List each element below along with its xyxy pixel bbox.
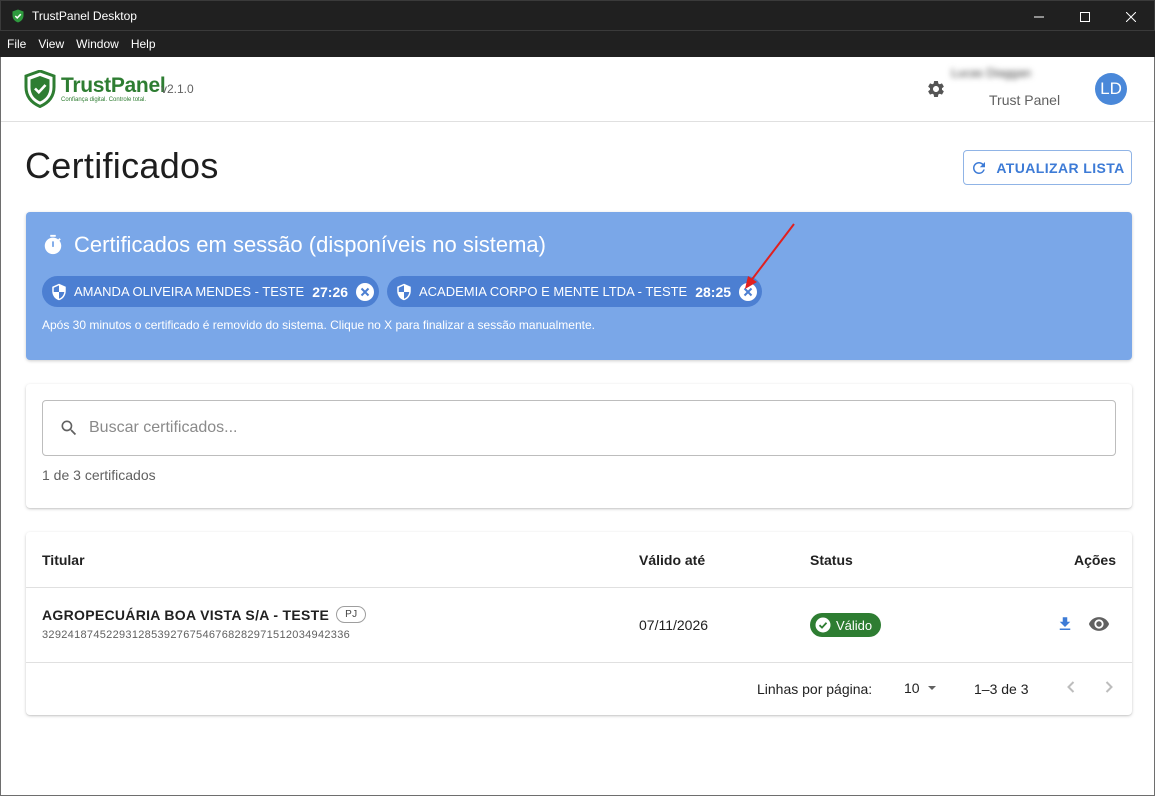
search-box[interactable] — [42, 400, 1116, 456]
session-panel: Certificados em sessão (disponíveis no s… — [26, 212, 1132, 360]
column-header-status[interactable]: Status — [810, 552, 853, 568]
maximize-button[interactable] — [1062, 1, 1108, 32]
type-badge: PJ — [336, 606, 367, 623]
check-circle-icon — [815, 617, 831, 633]
eye-icon[interactable] — [1088, 616, 1110, 632]
close-window-button[interactable] — [1108, 1, 1154, 32]
search-input[interactable] — [89, 419, 1049, 437]
page-title: Certificados — [25, 145, 219, 186]
refresh-icon — [973, 161, 986, 174]
search-icon — [61, 420, 77, 436]
minimize-icon — [1034, 16, 1044, 17]
close-icon — [1126, 11, 1136, 22]
rows-per-page-label: Linhas por página: — [757, 681, 873, 697]
search-card: 1 de 3 certificados — [26, 384, 1132, 508]
chevron-right-icon[interactable] — [1099, 677, 1119, 697]
pagination-range: 1–3 de 3 — [974, 681, 1029, 697]
menu-view[interactable]: View — [32, 37, 70, 51]
session-note: Após 30 minutos o certificado é removido… — [42, 318, 595, 332]
shield-check-icon — [24, 70, 56, 108]
app-shield-icon — [12, 9, 24, 22]
session-chip: AMANDA OLIVEIRA MENDES - TESTE 27:26 — [42, 276, 380, 307]
window-title: TrustPanel Desktop — [32, 8, 137, 23]
session-chip-label: ACADEMIA CORPO E MENTE LTDA - TESTE — [419, 284, 688, 299]
certificates-table: Titular Válido até Status Ações AGROPECU… — [26, 532, 1132, 715]
menu-file[interactable]: File — [0, 37, 32, 51]
session-chip-timer: 28:25 — [695, 283, 732, 300]
status-badge: Válido — [810, 613, 882, 637]
maximize-icon — [1080, 11, 1090, 22]
user-name: Lucas Diaggan — [951, 66, 1032, 80]
table-row[interactable]: AGROPECUÁRIA BOA VISTA S/A - TESTE PJ 32… — [26, 588, 1132, 663]
download-icon[interactable] — [1056, 614, 1074, 634]
column-header-titular[interactable]: Titular — [42, 552, 85, 568]
refresh-list-label: ATUALIZAR LISTA — [996, 159, 1125, 176]
close-circle-icon[interactable] — [356, 282, 375, 301]
row-valid-until: 07/11/2026 — [639, 617, 709, 633]
session-chip: ACADEMIA CORPO E MENTE LTDA - TESTE 28:2… — [387, 276, 763, 307]
window-titlebar: TrustPanel Desktop — [0, 0, 1155, 31]
app-header: TrustPanel Confiança digital. Controle t… — [1, 57, 1154, 122]
table-pagination: Linhas por página: 10 1–3 de 3 — [26, 663, 1132, 715]
logo-tagline: Confiança digital. Controle total. — [61, 97, 147, 103]
session-title-text: Certificados em sessão (disponíveis no s… — [74, 232, 546, 257]
shield-icon — [52, 283, 66, 300]
app-version: v2.1.0 — [161, 82, 194, 96]
status-label: Válido — [836, 617, 873, 633]
row-identifier: 3292418745229312853927675467682829715120… — [42, 629, 351, 641]
column-header-valid-until[interactable]: Válido até — [639, 552, 705, 568]
logo-name: TrustPanel — [61, 74, 166, 97]
shield-icon — [397, 283, 411, 300]
menu-help[interactable]: Help — [125, 37, 162, 51]
table-header: Titular Válido até Status Ações — [26, 532, 1132, 588]
avatar[interactable]: LD — [1095, 73, 1127, 105]
gear-icon[interactable] — [926, 79, 946, 99]
app-content: TrustPanel Confiança digital. Controle t… — [0, 57, 1155, 796]
rows-per-page-value: 10 — [904, 680, 920, 696]
refresh-list-button[interactable]: ATUALIZAR LISTA — [963, 150, 1132, 185]
close-circle-icon[interactable] — [739, 282, 758, 301]
chevron-down-icon — [927, 686, 936, 690]
row-titular-name: AGROPECUÁRIA BOA VISTA S/A - TESTE — [42, 606, 330, 623]
menu-window[interactable]: Window — [70, 37, 125, 51]
logo[interactable]: TrustPanel Confiança digital. Controle t… — [24, 70, 166, 108]
chevron-left-icon[interactable] — [1061, 677, 1081, 697]
menu-bar: File View Window Help — [0, 31, 1155, 57]
session-chip-timer: 27:26 — [312, 283, 349, 300]
stopwatch-icon — [44, 234, 62, 255]
session-title: Certificados em sessão (disponíveis no s… — [42, 232, 546, 258]
minimize-button[interactable] — [1016, 1, 1062, 32]
rows-per-page-select[interactable]: 10 — [904, 680, 938, 696]
results-count: 1 de 3 certificados — [42, 467, 156, 483]
row-titular: AGROPECUÁRIA BOA VISTA S/A - TESTE PJ — [42, 606, 367, 623]
column-header-actions: Ações — [1073, 552, 1116, 568]
session-chip-label: AMANDA OLIVEIRA MENDES - TESTE — [74, 284, 305, 299]
user-organization: Trust Panel — [989, 92, 1061, 108]
